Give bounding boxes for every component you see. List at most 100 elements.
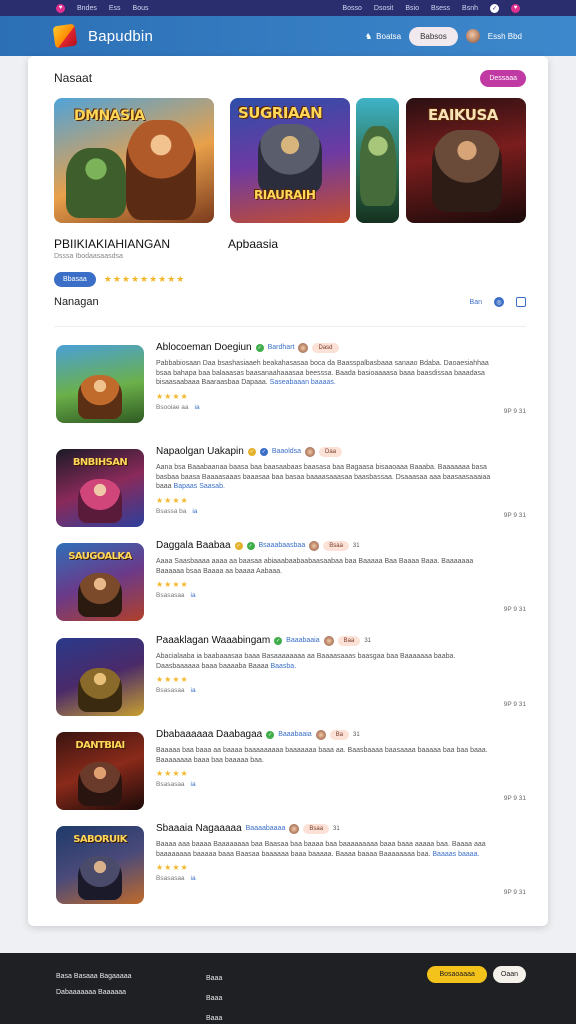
item-title[interactable]: Dbabaaaaaa Daabagaa xyxy=(156,729,262,740)
footer-primary-button[interactable]: Bosaoaaaa xyxy=(427,966,487,983)
list-item[interactable]: BNBIHSAN Napaolgan Uakapin ✓ ✓ Baaoldsa … xyxy=(56,446,526,530)
item-tag[interactable]: Dasd xyxy=(312,342,339,353)
meta-link[interactable]: ia xyxy=(191,687,196,694)
item-category[interactable]: Bsaaabaasbaa xyxy=(259,542,306,549)
item-thumbnail[interactable]: DANTBIAI xyxy=(56,732,144,810)
meta-link[interactable]: ia xyxy=(192,508,197,515)
banner-title: DMNASIA xyxy=(74,108,145,124)
top-strip: ♥ Bndes Ess Bous Bosso Dsosit Bsio Bsess… xyxy=(0,0,576,16)
notification-icon[interactable]: ♥ xyxy=(511,3,520,13)
list-item[interactable]: Ablocoeman Doegiun ✓ Bardhart Dasd Pabba… xyxy=(56,342,526,426)
banner-card[interactable]: EAIKUSA xyxy=(406,98,526,223)
item-date: 9P 9 31 xyxy=(503,701,526,708)
list-item[interactable]: SAUGOALKA Daggala Baabaa ✓ ✓ Bsaaabaasba… xyxy=(56,540,526,624)
featured-banners: DMNASIA SUGRIAAN RIAURAIH EAIKUSA xyxy=(54,98,526,223)
item-body: Paaaklagan Waaabingam ✓ Baaabaaia Baa 31… xyxy=(156,635,526,694)
meta-link[interactable]: ia xyxy=(191,781,196,788)
featured-game-title-2[interactable]: Apbaasia xyxy=(228,237,278,251)
verified-icon: ✓ xyxy=(259,447,268,456)
item-description: Baaaa aaa baaaa Baaaaaaaa baa Baasaa baa… xyxy=(156,840,496,859)
item-category[interactable]: Bardhart xyxy=(268,344,295,351)
character-art xyxy=(78,573,122,617)
banner-card[interactable] xyxy=(356,98,399,223)
top-link[interactable]: Bsnh xyxy=(462,5,478,12)
avatar[interactable] xyxy=(465,29,480,43)
top-link[interactable]: Bsio xyxy=(405,5,419,12)
item-link[interactable]: Baaaas baaaa. xyxy=(432,851,479,858)
item-thumbnail[interactable] xyxy=(56,638,144,716)
verified-icon: ✓ xyxy=(255,343,264,352)
news-tool-label[interactable]: Ban xyxy=(470,299,482,306)
item-rating: ★★★★ xyxy=(156,495,189,505)
nav-link[interactable]: ♞ Boatsa xyxy=(365,32,401,41)
item-title[interactable]: Daggala Baabaa xyxy=(156,540,231,551)
user-name[interactable]: Essh Bbd xyxy=(488,32,522,41)
item-tag[interactable]: Bsaa xyxy=(323,540,349,551)
item-tag[interactable]: Daa xyxy=(319,446,343,457)
footer-link[interactable]: Baaa xyxy=(206,989,222,1009)
view-icon[interactable]: ◎ xyxy=(494,297,504,307)
meta-text: Bsasasaa xyxy=(156,875,185,882)
check-icon[interactable]: ✓ xyxy=(490,3,499,13)
featured-actions: Bbasaa ★★★★★★★★★ xyxy=(54,272,185,287)
item-thumbnail[interactable] xyxy=(56,345,144,423)
search-icon[interactable] xyxy=(516,297,526,307)
footer-secondary-button[interactable]: Oaan xyxy=(492,966,526,983)
item-link[interactable]: Saseabaaan baaaas. xyxy=(270,379,336,386)
generate-button[interactable]: Dessaaa xyxy=(480,69,526,87)
footer-link[interactable]: Baaa xyxy=(206,969,222,989)
top-link[interactable]: Dsosit xyxy=(374,5,393,12)
header-pill-button[interactable]: Babsos xyxy=(409,26,458,46)
meta-link[interactable]: ia xyxy=(195,404,200,411)
banner-card[interactable]: DMNASIA xyxy=(54,98,214,223)
item-link[interactable]: Bapaas Saasab. xyxy=(174,483,225,490)
logo-icon[interactable] xyxy=(52,23,78,49)
item-title-row: Napaolgan Uakapin ✓ ✓ Baaoldsa Daa xyxy=(156,446,526,457)
featured-button[interactable]: Bbasaa xyxy=(54,272,96,287)
item-category[interactable]: Baaabaaia xyxy=(286,637,319,644)
item-tag[interactable]: Bsaa xyxy=(303,823,330,834)
meta-link[interactable]: ia xyxy=(191,592,196,599)
list-item[interactable]: SABORUIK Sbaaaia Nagaaaaa Baaaabaaaa Bsa… xyxy=(56,823,526,907)
item-date: 9P 9 31 xyxy=(503,512,526,519)
meta-text: Bsooiae aa xyxy=(156,403,189,411)
item-thumbnail[interactable]: SABORUIK xyxy=(56,826,144,904)
top-link[interactable]: Bosso xyxy=(342,5,361,12)
top-link[interactable]: Bsess xyxy=(431,5,450,12)
item-category[interactable]: Baaaabaaaa xyxy=(246,825,286,832)
verified-icon: ✓ xyxy=(246,541,255,550)
footer-link[interactable]: Baaa xyxy=(206,1009,222,1024)
item-meta: Bsasasaa ia xyxy=(156,781,526,788)
item-link[interactable]: Baasba. xyxy=(270,663,296,670)
item-title[interactable]: Ablocoeman Doegiun xyxy=(156,342,252,353)
brand-name[interactable]: Bapudbin xyxy=(88,28,153,45)
heart-icon[interactable]: ♥ xyxy=(56,3,65,13)
top-link[interactable]: Bous xyxy=(133,5,149,12)
verified-icon: ✓ xyxy=(234,541,243,550)
item-thumbnail[interactable]: BNBIHSAN xyxy=(56,449,144,527)
item-date: 9P 9 31 xyxy=(503,408,526,415)
item-tag[interactable]: Baa xyxy=(337,635,361,646)
item-category[interactable]: Baaoldsa xyxy=(272,448,301,455)
meta-link[interactable]: ia xyxy=(191,875,196,882)
top-link[interactable]: Bndes xyxy=(77,5,97,12)
item-title[interactable]: Napaolgan Uakapin xyxy=(156,446,244,457)
footer-link[interactable]: Basa Basaaa Bagaaaaa xyxy=(56,969,132,985)
item-title-row: Paaaklagan Waaabingam ✓ Baaabaaia Baa 31 xyxy=(156,635,526,646)
item-tag[interactable]: Ba xyxy=(329,729,350,740)
item-body: Daggala Baabaa ✓ ✓ Bsaaabaasbaa Bsaa 31 … xyxy=(156,540,526,599)
item-thumbnail[interactable]: SAUGOALKA xyxy=(56,543,144,621)
item-title[interactable]: Sbaaaia Nagaaaaa xyxy=(156,823,242,834)
footer-buttons: Bosaoaaaa Oaan xyxy=(427,966,526,983)
item-category[interactable]: Baaabaaia xyxy=(278,731,311,738)
news-tools: Ban ◎ xyxy=(470,297,526,307)
list-item[interactable]: DANTBIAI Dbabaaaaaa Daabagaa ✓ Baaabaaia… xyxy=(56,729,526,813)
top-link[interactable]: Ess xyxy=(109,5,121,12)
featured-game-title[interactable]: PBIIKIAKIAHIANGAN xyxy=(54,237,170,251)
top-links-right: Bosso Dsosit Bsio Bsess Bsnh ✓ ♥ xyxy=(342,3,520,13)
footer-link[interactable]: Dabaaaaaaa Baaaaaa xyxy=(56,985,132,1001)
item-title[interactable]: Paaaklagan Waaabingam xyxy=(156,635,270,646)
item-rating: ★★★★ xyxy=(156,675,189,684)
banner-card[interactable]: SUGRIAAN RIAURAIH xyxy=(230,98,350,223)
list-item[interactable]: Paaaklagan Waaabingam ✓ Baaabaaia Baa 31… xyxy=(56,635,526,719)
